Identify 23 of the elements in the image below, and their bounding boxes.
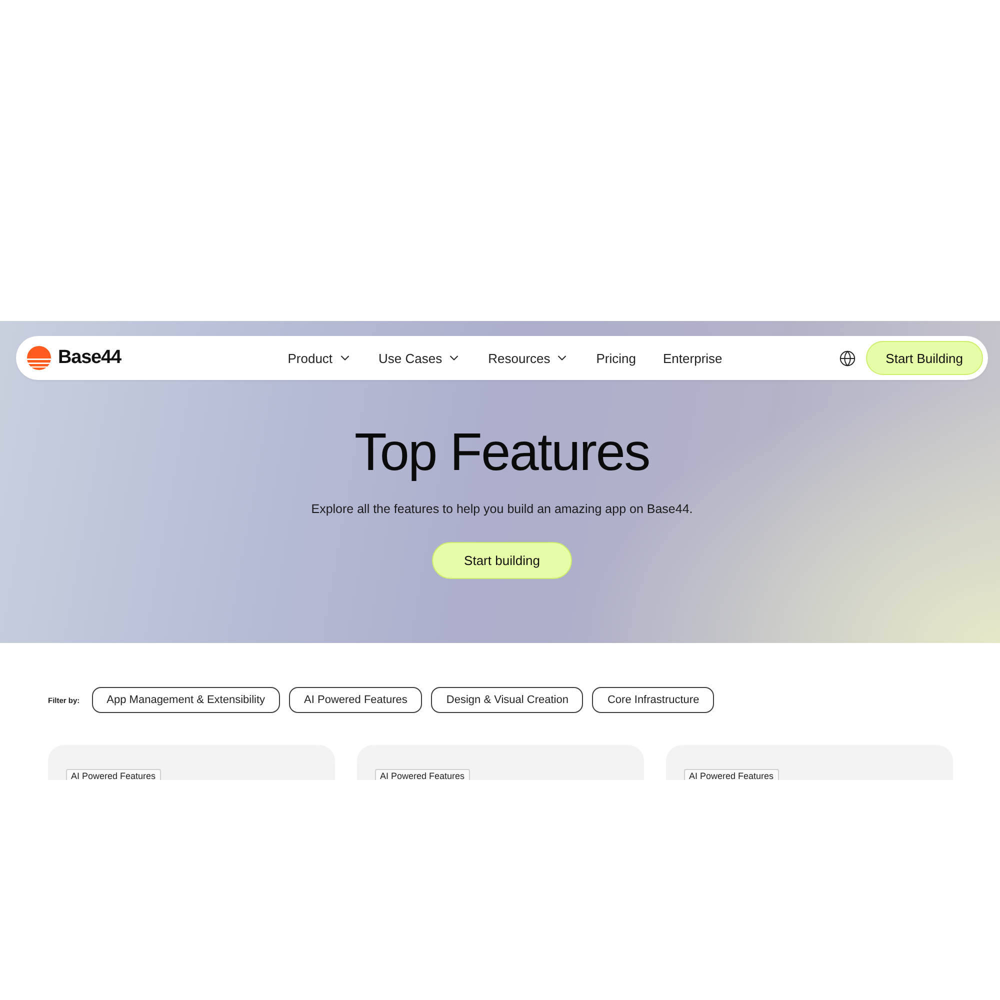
- page-title: Top Features: [354, 423, 650, 483]
- category-tag: AI Powered Features: [375, 769, 470, 780]
- filter-chip[interactable]: App Management & Extensibility: [92, 687, 280, 713]
- globe-icon[interactable]: [838, 350, 856, 366]
- category-tag: AI Powered Features: [66, 769, 161, 780]
- feature-card[interactable]: AI Powered Features: [357, 745, 644, 780]
- nav-link[interactable]: Pricing: [596, 350, 636, 366]
- nav-menu-item[interactable]: Resources: [488, 350, 570, 366]
- filter-chip[interactable]: Core Infrastructure: [592, 687, 714, 713]
- hero-subtitle: Explore all the features to help you build an amazing app on Base44.: [311, 501, 693, 518]
- logo[interactable]: Base44: [27, 346, 121, 370]
- filter-chip[interactable]: AI Powered Features: [289, 687, 422, 713]
- nav-link[interactable]: Enterprise: [663, 350, 722, 366]
- logo-text: Base44: [58, 347, 121, 369]
- nav-menu-item[interactable]: Product: [288, 350, 352, 366]
- feature-card[interactable]: AI Powered Features: [666, 745, 953, 780]
- feature-card[interactable]: AI Powered Features: [48, 745, 335, 780]
- logo-icon: [27, 346, 51, 370]
- category-tag: AI Powered Features: [684, 769, 779, 780]
- nav-menu-item[interactable]: Use Cases: [378, 350, 462, 366]
- filter-chip[interactable]: Design & Visual Creation: [431, 687, 584, 713]
- start-building-button[interactable]: Start Building: [866, 341, 983, 375]
- start-building-button[interactable]: Start building: [432, 542, 572, 579]
